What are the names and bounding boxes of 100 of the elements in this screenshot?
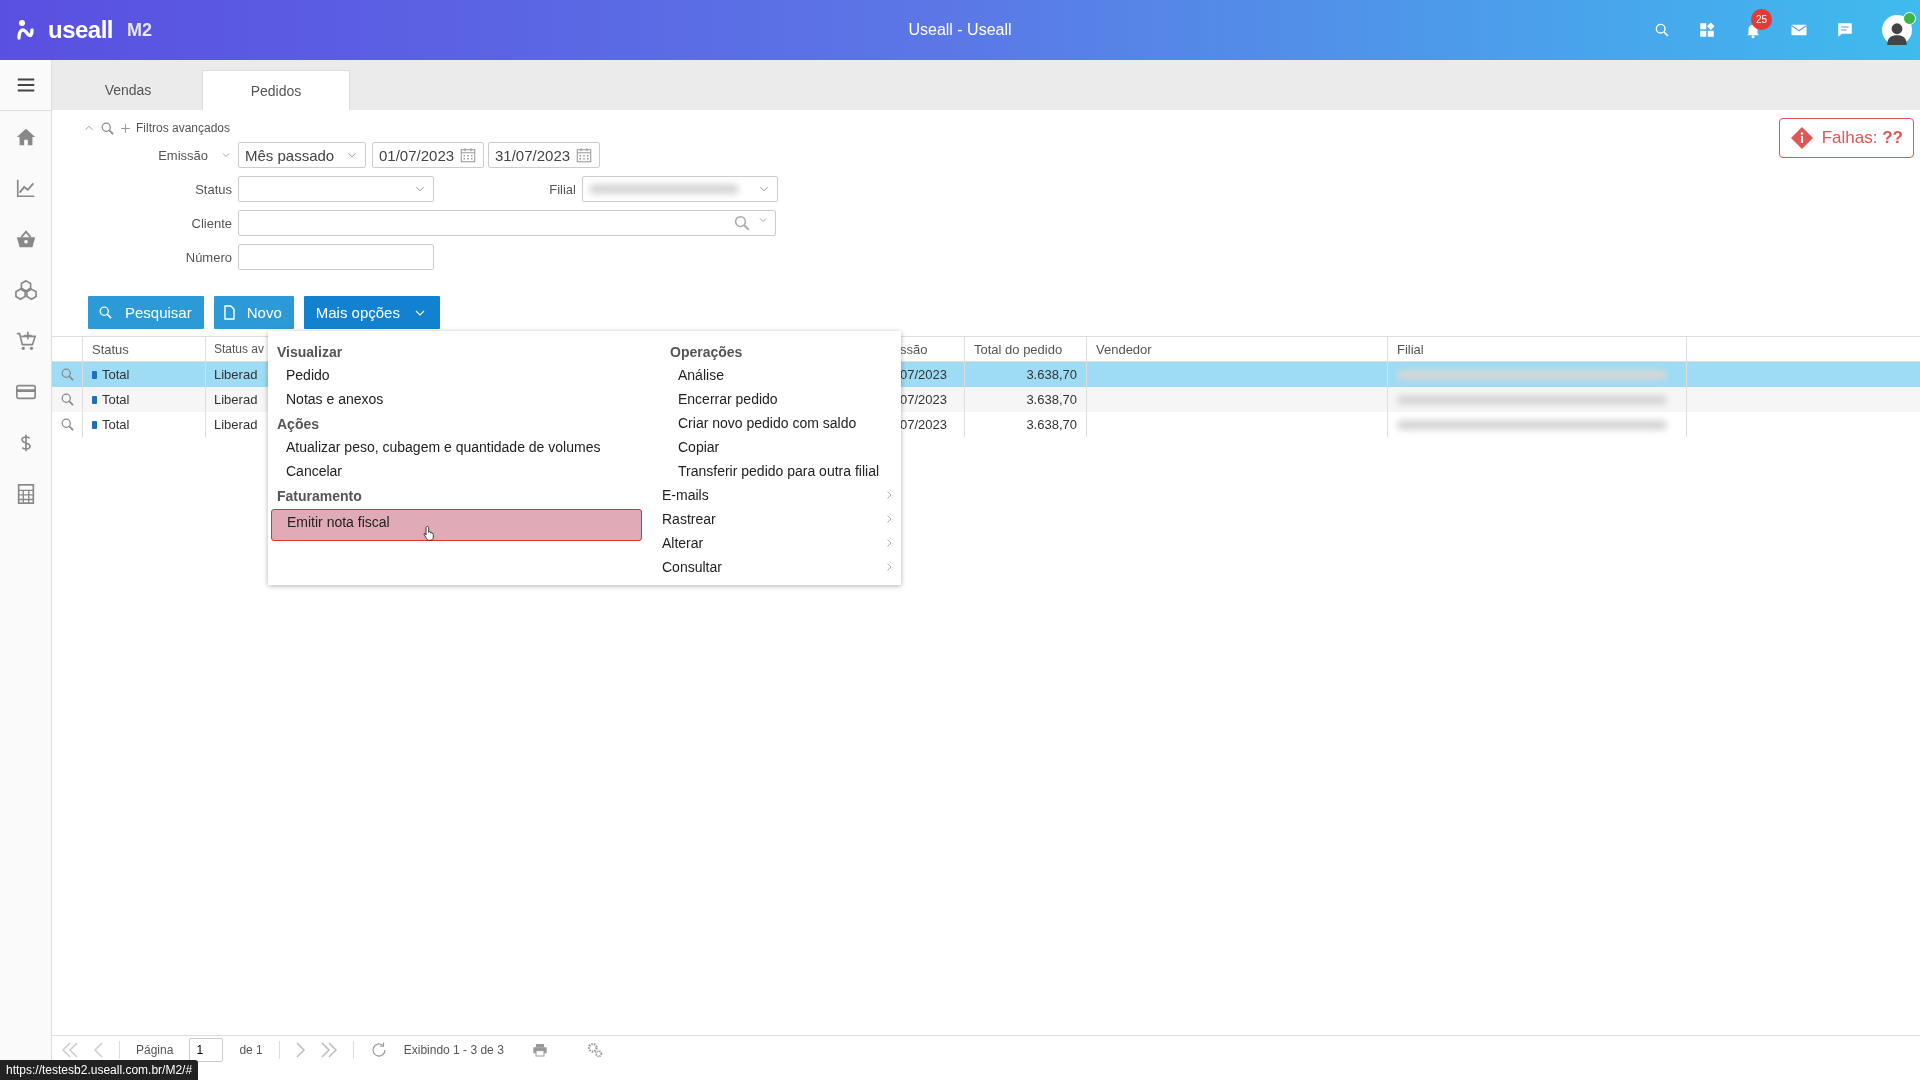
online-dot [1903,12,1916,25]
menu-item[interactable]: Criar novo pedido com saldo [642,411,901,435]
first-page-button[interactable] [62,1042,78,1058]
advanced-filters-link[interactable]: Filtros avançados [136,121,231,135]
status-marker [92,420,97,429]
status-marker [92,370,97,379]
table-cell: 07/2023 [900,367,947,382]
plus-icon [119,121,132,135]
view-icon [59,392,75,407]
menu-item[interactable]: Pedido [271,363,642,387]
search-icon [98,305,113,320]
previous-page-button[interactable] [94,1042,103,1058]
table-cell: 07/2023 [900,417,947,432]
double-chevron-left-icon [62,1042,78,1058]
print-button[interactable] [531,1042,548,1058]
page-field[interactable]: 1 [189,1038,224,1062]
table-cell: Total [102,417,130,432]
next-page-button[interactable] [295,1042,305,1058]
notifications-button[interactable]: 25 [1744,9,1772,39]
search-button[interactable] [1654,22,1670,38]
field-label: Emissão [158,147,208,163]
settings-button[interactable] [585,1041,604,1059]
table-cell: 3.638,70 [1026,392,1077,407]
logo-text: useall [48,16,114,44]
calendar-icon [575,146,593,164]
page-count: de 1 [239,1043,263,1057]
search-icon [1654,22,1670,38]
status-marker [92,395,97,404]
warning-icon [1789,126,1814,150]
table-cell: 07/2023 [900,392,947,407]
chevron-right-icon [295,1042,305,1058]
client-field[interactable] [238,210,776,236]
chat-button[interactable] [1836,21,1854,39]
failures-button[interactable]: Falhas: ?? [1778,118,1914,158]
window-title: Useall - Useall [908,21,1012,38]
records-summary: Exibindo 1 - 3 de 3 [403,1043,504,1057]
menu-heading: Visualizar [276,343,344,362]
link-url-tooltip: https://testesb2.useall.com.br/M2/# [0,1060,199,1080]
date-field[interactable]: 31/07/2023 [488,142,600,168]
refresh-icon [369,1041,388,1059]
column-header: Status [92,341,129,357]
field-label: Status [195,181,232,197]
period-select[interactable]: Mês passado [238,142,366,168]
cart-icon [14,329,37,352]
table-cell: 3.638,70 [1026,417,1077,432]
printer-icon [531,1042,548,1058]
field-label: Cliente [191,215,232,231]
menu-heading: Operações [669,343,744,362]
gears-icon [585,1041,604,1059]
menu-item[interactable]: Cancelar [271,459,642,483]
double-chevron-right-icon [320,1042,337,1058]
menu-item[interactable]: Análise [642,363,901,387]
menu-item[interactable]: Transferir pedido para outra filial [642,459,901,483]
tab[interactable]: Vendas [54,70,202,110]
grid-icon [1698,21,1716,39]
column-header: Status av [214,342,265,356]
table-cell: 3.638,70 [1026,367,1077,382]
table-cell: Liberad [214,367,258,382]
page-label: Página [136,1043,174,1057]
search-icon [100,120,115,136]
table-cell: Total [102,392,130,407]
view-icon [59,417,75,432]
menu-item[interactable]: Copiar [642,435,901,459]
menu-item[interactable]: Encerrar pedido [642,387,901,411]
submenu-item[interactable]: Rastrear [642,507,901,531]
table-cell: Liberad [214,392,258,407]
status-select[interactable] [238,176,434,202]
submenu-item[interactable]: Consultar [642,555,901,579]
number-field[interactable] [238,244,434,270]
branch-select[interactable] [582,176,778,202]
menu-item[interactable]: Atualizar peso, cubagem e quantidade de volumes [271,435,642,459]
field-label: Filial [549,181,576,197]
menu-item[interactable]: Emitir nota fiscal [271,509,642,541]
chevron-left-icon [94,1042,103,1058]
document-icon [223,305,235,320]
last-page-button[interactable] [320,1042,337,1058]
notification-count: 25 [1751,9,1772,30]
boxes-icon [14,278,37,301]
column-header: Filial [1397,341,1424,357]
view-icon [59,367,75,382]
tab[interactable]: Pedidos [202,70,350,110]
column-header: Total do pedido [974,341,1063,357]
column-header: Vendedor [1096,341,1152,357]
submenu-item[interactable]: Alterar [642,531,901,555]
table-cell: Total [102,367,130,382]
field-label: Número [185,249,232,265]
product-name: M2 [127,19,153,41]
chat-icon [1836,21,1854,39]
apps-button[interactable] [1698,21,1716,39]
search-icon [733,214,751,232]
submenu-item[interactable]: E-mails [642,483,901,507]
date-field[interactable]: 01/07/2023 [372,142,484,168]
column-header: ssão [900,341,928,357]
refresh-button[interactable] [369,1041,388,1059]
menu-item[interactable]: Notas e anexos [271,387,642,411]
menu-heading: Faturamento [276,487,363,506]
table-cell: Liberad [214,417,258,432]
menu-heading: Ações [276,415,321,434]
calendar-icon [459,146,477,164]
more-options-button[interactable]: Mais opções [303,296,440,329]
